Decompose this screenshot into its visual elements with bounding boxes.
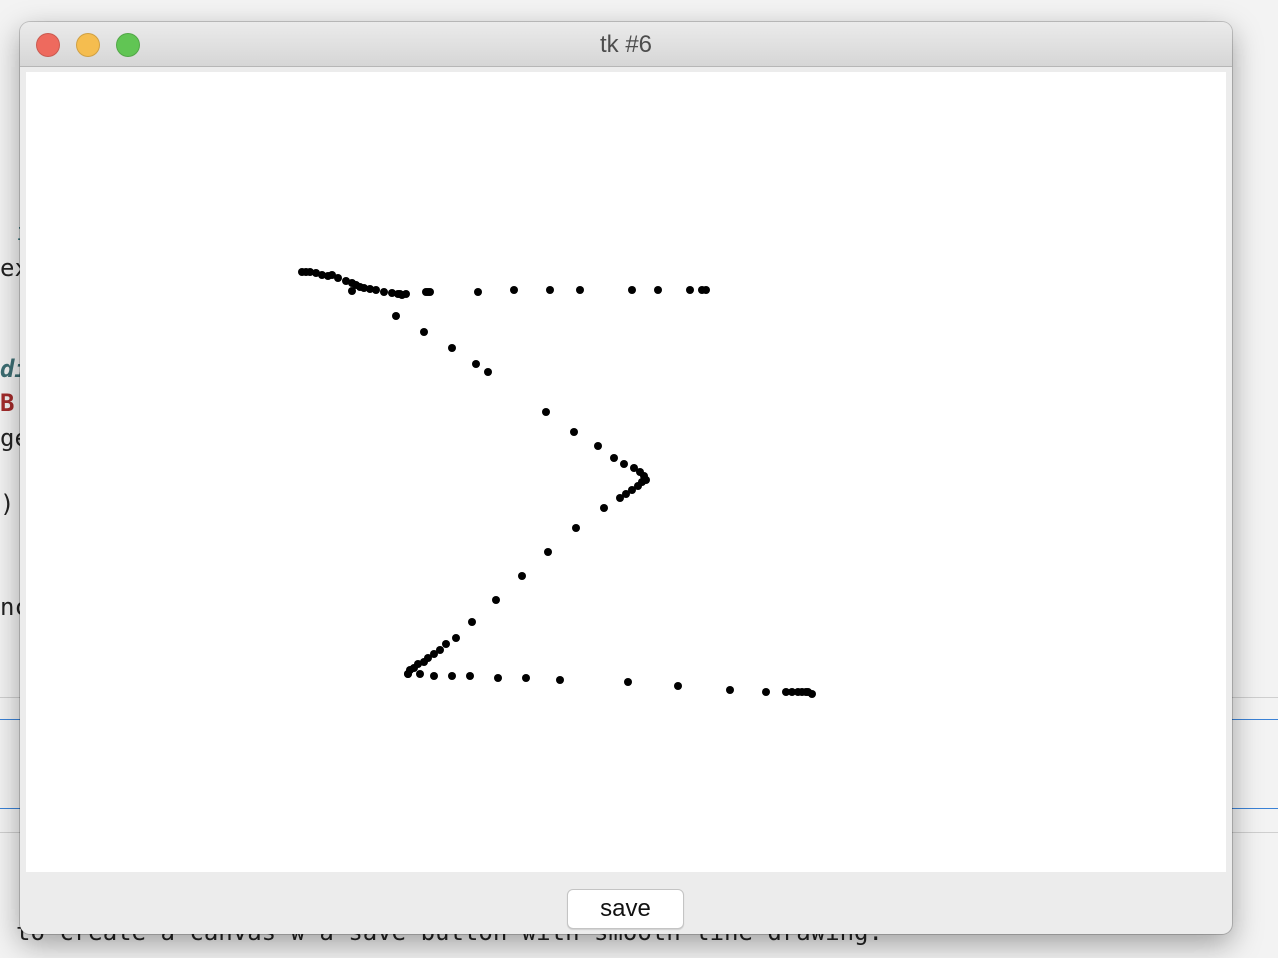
stroke-dot bbox=[572, 524, 580, 532]
stroke-dot bbox=[494, 674, 502, 682]
title-bar[interactable]: tk #6 bbox=[20, 22, 1232, 67]
stroke-dot bbox=[762, 688, 770, 696]
stroke-dot bbox=[624, 678, 632, 686]
stroke-dot bbox=[484, 368, 492, 376]
stroke-dot bbox=[594, 442, 602, 450]
stroke-dot bbox=[546, 286, 554, 294]
tk-window: tk #6 save bbox=[20, 22, 1232, 934]
stroke-dot bbox=[334, 274, 342, 282]
stroke-dot bbox=[492, 596, 500, 604]
stroke-dot bbox=[448, 344, 456, 352]
stroke-dot bbox=[392, 312, 400, 320]
stroke-dot bbox=[702, 286, 710, 294]
stroke-dot bbox=[576, 286, 584, 294]
stroke-dot bbox=[674, 682, 682, 690]
stroke-dot bbox=[430, 672, 438, 680]
stroke-dot bbox=[556, 676, 564, 684]
drawing-canvas[interactable] bbox=[26, 72, 1226, 872]
stroke-dot bbox=[616, 494, 624, 502]
stroke-dot bbox=[610, 454, 618, 462]
stroke-dot bbox=[380, 288, 388, 296]
stroke-dot bbox=[420, 328, 428, 336]
stroke-dot bbox=[808, 690, 816, 698]
stroke-dot bbox=[686, 286, 694, 294]
stroke-dot bbox=[518, 572, 526, 580]
drawing-surface[interactable] bbox=[26, 72, 1226, 872]
stroke-dot bbox=[348, 287, 356, 295]
stroke-dot bbox=[466, 672, 474, 680]
stroke-dot bbox=[570, 428, 578, 436]
stroke-dot bbox=[472, 360, 480, 368]
stroke-dot bbox=[510, 286, 518, 294]
code-fragment: ) bbox=[0, 490, 15, 518]
stroke-dot bbox=[468, 618, 476, 626]
window-title: tk #6 bbox=[599, 31, 653, 58]
stroke-dot bbox=[448, 672, 456, 680]
stroke-dot bbox=[442, 640, 450, 648]
stroke-dot bbox=[620, 460, 628, 468]
stroke-dot bbox=[416, 670, 424, 678]
stroke-dot bbox=[628, 286, 636, 294]
stroke-dot bbox=[452, 634, 460, 642]
stroke-dot bbox=[600, 504, 608, 512]
stroke-dot bbox=[542, 408, 550, 416]
stroke-dot bbox=[544, 548, 552, 556]
stroke-dot bbox=[474, 288, 482, 296]
stroke-dot bbox=[654, 286, 662, 294]
stroke-dot bbox=[426, 288, 434, 296]
stroke-dot bbox=[726, 686, 734, 694]
stroke-dot bbox=[372, 286, 380, 294]
stroke-dot bbox=[522, 674, 530, 682]
stroke-dot bbox=[404, 670, 412, 678]
stroke-dot bbox=[402, 290, 410, 298]
save-button[interactable]: save bbox=[567, 889, 684, 929]
